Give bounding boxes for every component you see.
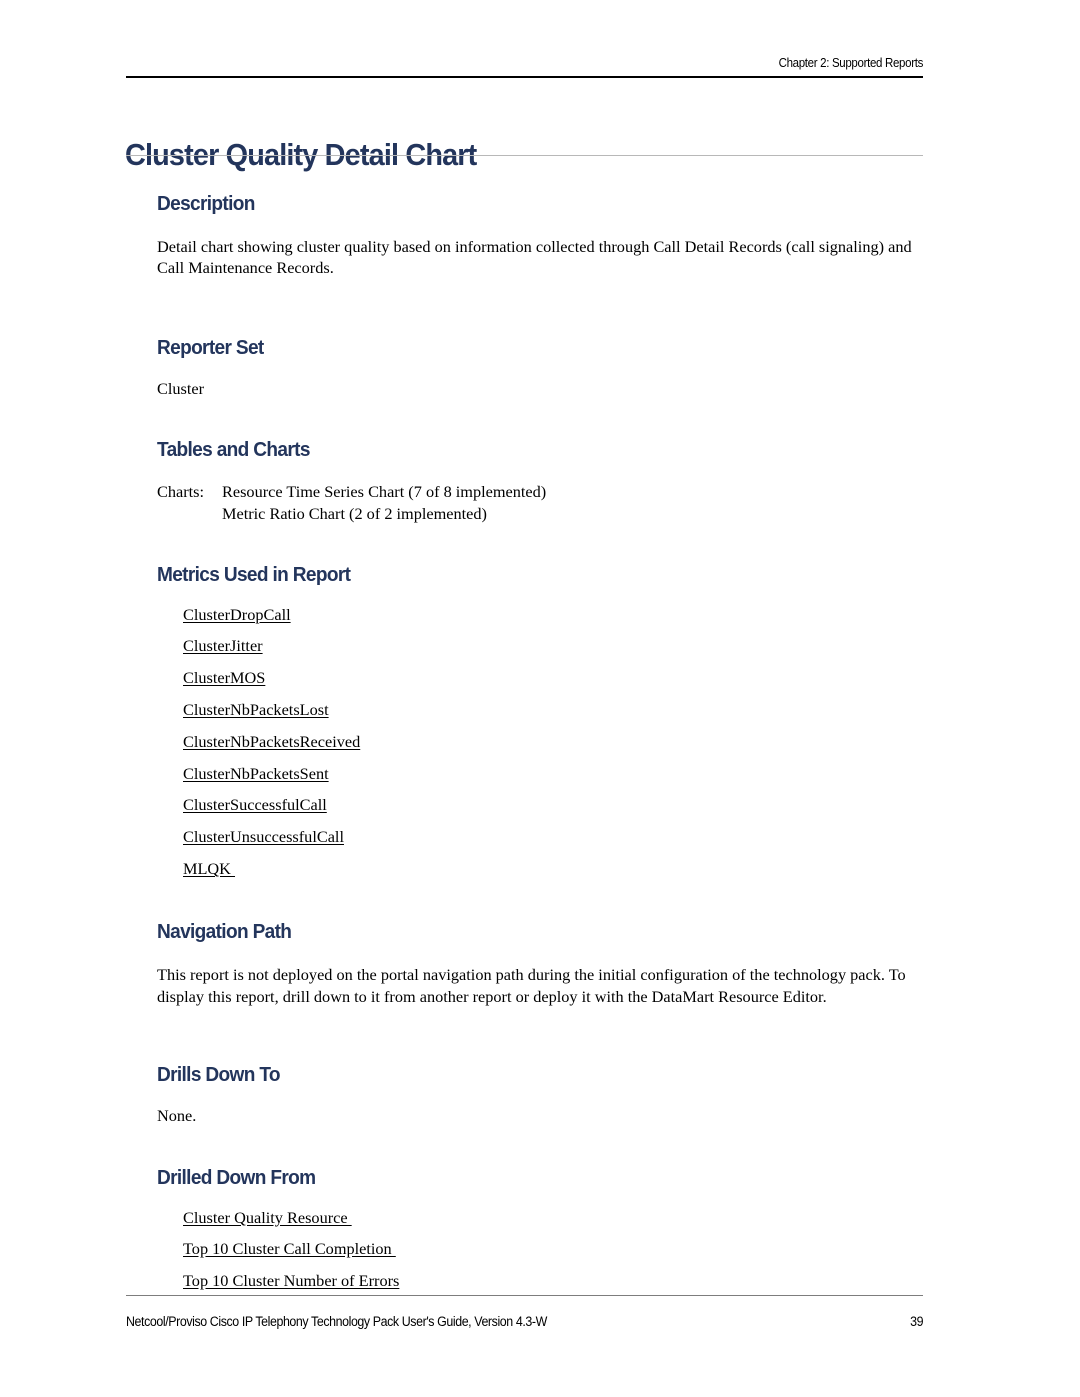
drilled-down-from-link[interactable]: Cluster Quality Resource xyxy=(183,1208,352,1227)
section-description: Description Detail chart showing cluster… xyxy=(157,192,923,279)
header-rule xyxy=(126,76,923,78)
running-header: Chapter 2: Supported Reports xyxy=(778,56,924,70)
list-item: ClusterMOS xyxy=(183,670,923,686)
heading-reporter-set: Reporter Set xyxy=(157,335,264,359)
chart-entry: Metric Ratio Chart (2 of 2 implemented) xyxy=(222,503,487,523)
chart-entry: Resource Time Series Chart (7 of 8 imple… xyxy=(222,482,547,502)
section-metrics-used: Metrics Used in Report ClusterDropCall C… xyxy=(157,562,923,878)
section-reporter-set: Reporter Set Cluster xyxy=(157,335,923,399)
section-drilled-down-from: Drilled Down From Cluster Quality Resour… xyxy=(157,1165,923,1290)
metric-link[interactable]: ClusterSuccessfulCall xyxy=(183,795,327,814)
metric-link[interactable]: MLQK xyxy=(183,859,235,878)
drilled-down-from-link[interactable]: Top 10 Cluster Number of Errors xyxy=(183,1271,399,1290)
page-footer: Netcool/Proviso Cisco IP Telephony Techn… xyxy=(126,1314,923,1329)
drills-down-to-value: None. xyxy=(157,1106,197,1126)
list-item: Top 10 Cluster Call Completion xyxy=(183,1241,923,1257)
metric-link[interactable]: ClusterMOS xyxy=(183,668,265,687)
list-item: ClusterUnsuccessfulCall xyxy=(183,829,923,845)
document-page: Chapter 2: Supported Reports Cluster Qua… xyxy=(0,0,1080,1397)
charts-label: Charts: xyxy=(157,482,205,502)
reporter-set-value: Cluster xyxy=(157,378,205,398)
metric-link[interactable]: ClusterNbPacketsReceived xyxy=(183,732,360,751)
list-item: ClusterDropCall xyxy=(183,605,923,624)
charts-label-spacer xyxy=(157,503,222,524)
heading-tables-and-charts: Tables and Charts xyxy=(157,438,310,462)
list-item: MLQK xyxy=(183,859,923,878)
list-item: ClusterNbPacketsReceived xyxy=(183,732,923,751)
list-item: ClusterSuccessfulCall xyxy=(183,797,923,813)
metrics-list: ClusterDropCall ClusterJitter ClusterMOS… xyxy=(157,605,923,878)
metric-link[interactable]: ClusterUnsuccessfulCall xyxy=(183,827,344,846)
footer-document-title: Netcool/Proviso Cisco IP Telephony Techn… xyxy=(126,1314,547,1329)
footer-page-number: 39 xyxy=(910,1314,923,1329)
list-item: Cluster Quality Resource xyxy=(183,1208,923,1227)
charts-list: Charts: Resource Time Series Chart (7 of… xyxy=(157,481,923,523)
list-item: ClusterNbPacketsSent xyxy=(183,764,923,783)
drilled-down-from-list: Cluster Quality Resource Top 10 Cluster … xyxy=(157,1208,923,1290)
metric-link[interactable]: ClusterNbPacketsSent xyxy=(183,764,329,783)
list-item: ClusterNbPacketsLost xyxy=(183,700,923,719)
document-content: Description Detail chart showing cluster… xyxy=(157,192,923,1290)
metric-link[interactable]: ClusterNbPacketsLost xyxy=(183,700,329,719)
section-drills-down-to: Drills Down To None. xyxy=(157,1063,923,1126)
list-item: ClusterJitter xyxy=(183,638,923,654)
section-tables-and-charts: Tables and Charts Charts: Resource Time … xyxy=(157,438,923,523)
title-rule xyxy=(126,155,923,156)
footer-rule xyxy=(126,1295,923,1296)
description-paragraph: Detail chart showing cluster quality bas… xyxy=(157,236,912,278)
metric-link[interactable]: ClusterDropCall xyxy=(183,605,291,624)
heading-drilled-down-from: Drilled Down From xyxy=(157,1165,316,1189)
heading-metrics-used: Metrics Used in Report xyxy=(157,562,351,586)
heading-navigation-path: Navigation Path xyxy=(157,920,292,944)
charts-row: Metric Ratio Chart (2 of 2 implemented) xyxy=(157,503,923,524)
heading-drills-down-to: Drills Down To xyxy=(157,1063,281,1087)
list-item: Top 10 Cluster Number of Errors xyxy=(183,1273,923,1289)
charts-row: Charts: Resource Time Series Chart (7 of… xyxy=(157,481,923,502)
heading-description: Description xyxy=(157,192,255,215)
section-navigation-path: Navigation Path This report is not deplo… xyxy=(157,920,923,1007)
navigation-path-paragraph: This report is not deployed on the porta… xyxy=(157,965,906,1006)
drilled-down-from-link[interactable]: Top 10 Cluster Call Completion xyxy=(183,1239,396,1258)
metric-link[interactable]: ClusterJitter xyxy=(183,636,263,655)
